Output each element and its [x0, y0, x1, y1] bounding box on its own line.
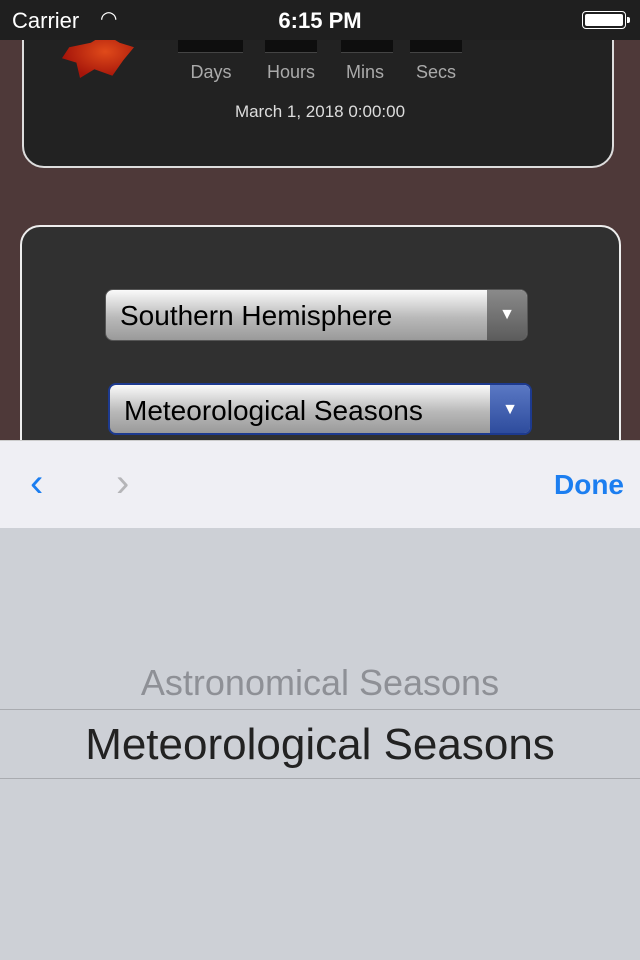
- battery-icon: [582, 11, 630, 29]
- picker-option[interactable]: Astronomical Seasons: [0, 662, 640, 704]
- keyboard-toolbar: ‹ › Done: [0, 440, 640, 529]
- dropdown-arrow-icon: ▼: [490, 385, 530, 433]
- status-time: 6:15 PM: [278, 8, 362, 33]
- secs-digit-box: [410, 40, 462, 53]
- target-date: March 1, 2018 0:00:00: [234, 102, 406, 121]
- season-picker[interactable]: Astronomical Seasons Meteorological Seas…: [0, 528, 640, 960]
- picker-option-selected[interactable]: Meteorological Seasons: [0, 720, 640, 770]
- hemisphere-value: Southern Hemisphere: [120, 300, 393, 331]
- chevron-left-icon[interactable]: ‹: [30, 461, 43, 505]
- hours-digit-box: [265, 40, 317, 53]
- mins-label: Mins: [345, 62, 384, 82]
- days-digit-box: [178, 40, 243, 53]
- hours-label: Hours: [266, 62, 315, 82]
- done-button[interactable]: Done: [554, 469, 624, 501]
- season-type-select[interactable]: Meteorological Seasons ▼: [108, 383, 532, 435]
- status-bar: Carrier ◠ 6:15 PM: [0, 0, 640, 40]
- selection-indicator-top: [0, 709, 640, 710]
- secs-label: Secs: [415, 62, 457, 82]
- hemisphere-select[interactable]: Southern Hemisphere ▼: [105, 289, 528, 341]
- selection-indicator-bottom: [0, 778, 640, 779]
- season-type-value: Meteorological Seasons: [124, 395, 423, 426]
- mins-digit-box: [341, 40, 393, 53]
- days-label: Days: [190, 62, 232, 82]
- dropdown-arrow-icon: ▼: [487, 290, 527, 340]
- chevron-right-icon[interactable]: ›: [116, 461, 129, 505]
